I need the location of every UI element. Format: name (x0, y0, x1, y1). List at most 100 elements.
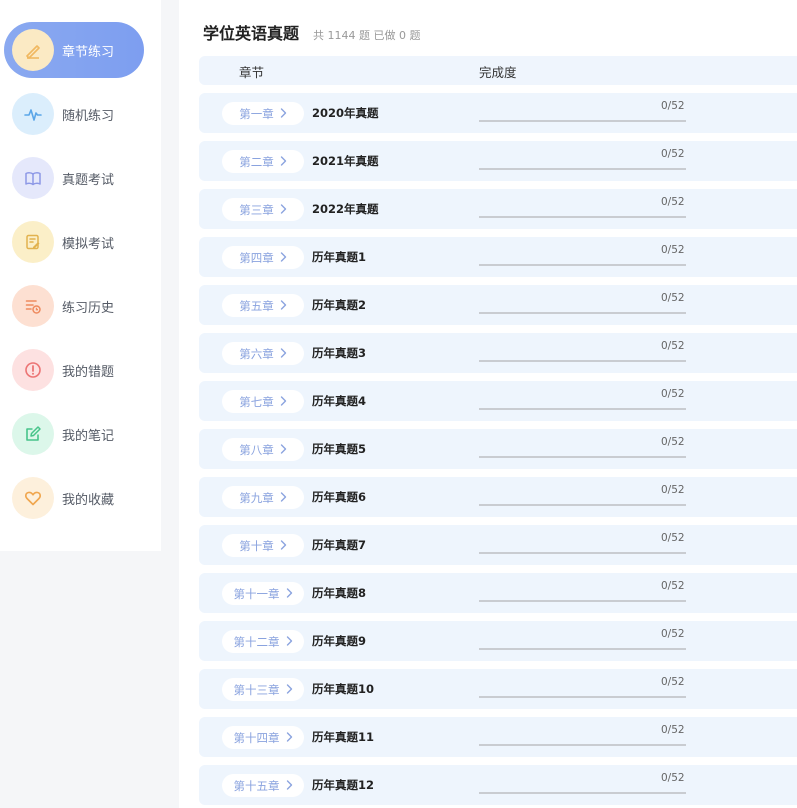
chapter-button[interactable]: 第十四章 (222, 726, 304, 749)
chevron-right-icon (274, 491, 287, 505)
progress-count: 0/52 (661, 724, 685, 736)
edit-doc-icon (12, 221, 54, 263)
chevron-right-icon (280, 683, 293, 697)
chapter-row[interactable]: 第八章 历年真题5 0/52 (199, 429, 797, 469)
chapter-row[interactable]: 第六章 历年真题3 0/52 (199, 333, 797, 373)
chapter-row[interactable]: 第十四章 历年真题11 0/52 (199, 717, 797, 757)
chapter-row[interactable]: 第二章 2021年真题 0/52 (199, 141, 797, 181)
progress-bar (479, 456, 686, 458)
chapter-button[interactable]: 第九章 (222, 486, 304, 509)
chevron-right-icon (280, 635, 293, 649)
chevron-right-icon (274, 539, 287, 553)
chapter-label: 第三章 (239, 202, 274, 217)
chapter-label: 第七章 (239, 394, 274, 409)
chapter-button[interactable]: 第十章 (222, 534, 304, 557)
sidebar-item-7[interactable]: 我的笔记 (4, 406, 144, 462)
sidebar-item-label: 我的收藏 (62, 492, 115, 508)
chapter-name: 历年真题6 (312, 490, 367, 504)
history-icon (12, 285, 54, 327)
progress-bar (479, 696, 686, 698)
chapter-name: 历年真题1 (312, 250, 367, 264)
chevron-right-icon (280, 587, 293, 601)
chapter-button[interactable]: 第十三章 (222, 678, 304, 701)
chapter-row[interactable]: 第一章 2020年真题 0/52 (199, 93, 797, 133)
chapter-name: 历年真题12 (312, 778, 375, 792)
chapter-button[interactable]: 第七章 (222, 390, 304, 413)
chapter-row[interactable]: 第十章 历年真题7 0/52 (199, 525, 797, 565)
heart-icon (12, 477, 54, 519)
chapter-button[interactable]: 第八章 (222, 438, 304, 461)
chapter-name: 历年真题8 (312, 586, 367, 600)
chapter-button[interactable]: 第一章 (222, 102, 304, 125)
progress-count: 0/52 (661, 292, 685, 304)
chapter-name: 历年真题4 (312, 394, 367, 408)
sidebar-item-8[interactable]: 我的收藏 (4, 470, 144, 526)
progress-bar (479, 360, 686, 362)
chapter-name: 历年真题3 (312, 346, 367, 360)
chapter-label: 第十二章 (233, 634, 280, 649)
chapter-label: 第十章 (239, 538, 274, 553)
chapter-label: 第九章 (239, 490, 274, 505)
alert-icon (12, 349, 54, 391)
progress-bar (479, 120, 686, 122)
progress-bar (479, 264, 686, 266)
chapter-row[interactable]: 第九章 历年真题6 0/52 (199, 477, 797, 517)
chapter-row[interactable]: 第十三章 历年真题10 0/52 (199, 669, 797, 709)
sidebar-item-4[interactable]: 模拟考试 (4, 214, 144, 270)
sidebar-item-label: 章节练习 (62, 44, 115, 60)
progress-bar (479, 408, 686, 410)
sidebar-item-1[interactable]: 章节练习 (4, 22, 144, 78)
chapter-button[interactable]: 第二章 (222, 150, 304, 173)
chapter-label: 第十三章 (233, 682, 280, 697)
chevron-right-icon (274, 299, 287, 313)
chapter-button[interactable]: 第十五章 (222, 774, 304, 797)
sidebar-item-3[interactable]: 真题考试 (4, 150, 144, 206)
progress-count: 0/52 (661, 148, 685, 160)
title-row: 学位英语真题 共 1144 题 已做 0 题 (203, 20, 421, 44)
progress-count: 0/52 (661, 100, 685, 112)
chevron-right-icon (280, 731, 293, 745)
sidebar: 章节练习随机练习真题考试模拟考试练习历史我的错题我的笔记我的收藏 (0, 0, 161, 551)
progress-count: 0/52 (661, 772, 685, 784)
sidebar-item-6[interactable]: 我的错题 (4, 342, 144, 398)
chapter-row[interactable]: 第四章 历年真题1 0/52 (199, 237, 797, 277)
chapter-label: 第八章 (239, 442, 274, 457)
pulse-icon (12, 93, 54, 135)
chevron-right-icon (274, 347, 287, 361)
chapter-button[interactable]: 第十一章 (222, 582, 304, 605)
chapter-row[interactable]: 第七章 历年真题4 0/52 (199, 381, 797, 421)
book-icon (12, 157, 54, 199)
sidebar-item-label: 模拟考试 (62, 236, 115, 252)
chapter-name: 历年真题10 (312, 682, 375, 696)
chapter-name: 历年真题2 (312, 298, 367, 312)
chevron-right-icon (280, 779, 293, 793)
sidebar-item-label: 我的错题 (62, 364, 115, 380)
progress-count: 0/52 (661, 244, 685, 256)
sidebar-item-2[interactable]: 随机练习 (4, 86, 144, 142)
chapter-name: 2021年真题 (312, 154, 379, 168)
chapter-button[interactable]: 第三章 (222, 198, 304, 221)
progress-bar (479, 648, 686, 650)
page-title: 学位英语真题 (203, 24, 300, 43)
chapter-row[interactable]: 第三章 2022年真题 0/52 (199, 189, 797, 229)
chapter-button[interactable]: 第六章 (222, 342, 304, 365)
progress-bar (479, 600, 686, 602)
progress-count: 0/52 (661, 196, 685, 208)
chapter-button[interactable]: 第四章 (222, 246, 304, 269)
chapter-button[interactable]: 第十二章 (222, 630, 304, 653)
chapter-button[interactable]: 第五章 (222, 294, 304, 317)
chapter-label: 第十一章 (233, 586, 280, 601)
chapter-row[interactable]: 第五章 历年真题2 0/52 (199, 285, 797, 325)
chapter-name: 历年真题7 (312, 538, 367, 552)
chapter-name: 2022年真题 (312, 202, 379, 216)
progress-bar (479, 552, 686, 554)
progress-count: 0/52 (661, 628, 685, 640)
chapter-label: 第二章 (239, 154, 274, 169)
sidebar-item-label: 练习历史 (62, 300, 115, 316)
chapter-row[interactable]: 第十一章 历年真题8 0/52 (199, 573, 797, 613)
chapter-row[interactable]: 第十五章 历年真题12 0/52 (199, 765, 797, 805)
chevron-right-icon (274, 155, 287, 169)
chapter-row[interactable]: 第十二章 历年真题9 0/52 (199, 621, 797, 661)
sidebar-item-label: 真题考试 (62, 172, 115, 188)
sidebar-item-5[interactable]: 练习历史 (4, 278, 144, 334)
